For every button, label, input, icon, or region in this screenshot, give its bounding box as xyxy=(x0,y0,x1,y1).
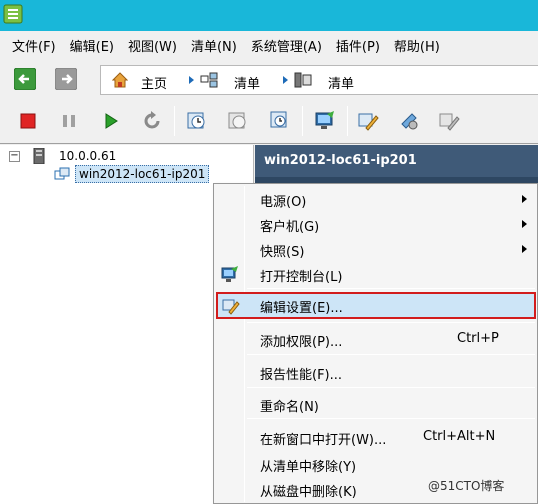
menu-plugins[interactable]: 插件(P) xyxy=(329,36,387,55)
menu-item-shortcut: Ctrl+Alt+N xyxy=(423,429,496,444)
menu-item-edit-settings[interactable]: 编辑设置(E)... xyxy=(216,292,536,319)
menu-item-snapshot[interactable]: 快照(S) xyxy=(216,237,535,261)
menu-item-open-console[interactable]: 打开控制台(L) xyxy=(216,262,535,286)
menu-file[interactable]: 文件(F) xyxy=(0,36,63,55)
menu-separator xyxy=(247,288,535,289)
menu-item-add-permission[interactable]: 添加权限(P)... Ctrl+P xyxy=(216,327,535,351)
inventory-icon xyxy=(200,72,218,88)
plugin-icon[interactable] xyxy=(398,110,420,132)
tree-vm-label: win2012-loc61-ip201 xyxy=(75,165,210,183)
menu-item-label: 编辑设置(E)... xyxy=(260,301,343,316)
menu-item-power[interactable]: 电源(O) xyxy=(216,187,535,211)
menu-view[interactable]: 视图(W) xyxy=(121,36,184,55)
snapshot-icon[interactable] xyxy=(186,110,208,132)
menu-item-label: 电源(O) xyxy=(260,195,307,210)
snapshot-manager-icon[interactable] xyxy=(269,110,291,132)
forward-arrow-icon[interactable] xyxy=(55,68,77,90)
submenu-arrow-icon xyxy=(522,220,527,228)
edit-settings-icon[interactable] xyxy=(357,110,379,132)
menu-item-rename[interactable]: 重命名(N) xyxy=(216,392,535,416)
breadcrumb-arrow-icon xyxy=(283,76,288,84)
breadcrumb: 主页 清单 清单 xyxy=(100,65,538,95)
back-arrow-icon[interactable] xyxy=(14,68,36,90)
tree-host-label[interactable]: 10.0.0.61 xyxy=(59,149,116,163)
menu-item-label: 打开控制台(L) xyxy=(260,270,343,285)
home-icon xyxy=(112,72,128,88)
tree-item-vm[interactable]: win2012-loc61-ip201 xyxy=(51,164,218,184)
submenu-arrow-icon xyxy=(522,245,527,253)
menu-item-open-new-window[interactable]: 在新窗口中打开(W)... Ctrl+Alt+N xyxy=(216,425,535,449)
reset-icon[interactable] xyxy=(141,110,163,132)
vsphere-app-icon xyxy=(3,4,23,24)
toolbar-separator xyxy=(302,106,303,136)
menu-item-remove-from-inventory[interactable]: 从清单中移除(Y) xyxy=(216,452,535,476)
stop-icon[interactable] xyxy=(17,110,39,132)
menu-item-label: 在新窗口中打开(W)... xyxy=(260,433,387,448)
pause-icon[interactable] xyxy=(58,110,80,132)
menu-item-label: 快照(S) xyxy=(260,245,305,260)
breadcrumb-home[interactable]: 主页 xyxy=(141,73,167,92)
menu-edit[interactable]: 编辑(E) xyxy=(63,36,121,55)
vm-icon xyxy=(54,167,70,180)
menu-separator xyxy=(247,387,535,388)
menu-item-guest[interactable]: 客户机(G) xyxy=(216,212,535,236)
menu-item-shortcut: Ctrl+P xyxy=(457,331,499,346)
menu-separator xyxy=(247,322,535,323)
menu-separator xyxy=(247,418,535,419)
menu-item-label: 添加权限(P)... xyxy=(260,335,343,350)
title-bar xyxy=(0,0,538,31)
collapse-toggle[interactable]: − xyxy=(9,151,20,162)
menu-separator xyxy=(247,354,535,355)
context-menu: 电源(O) 客户机(G) 快照(S) 打开控制台(L) 编辑设置(E)... 添… xyxy=(213,183,538,504)
breadcrumb-inventory[interactable]: 清单 xyxy=(234,73,260,92)
breadcrumb-arrow-icon xyxy=(189,76,194,84)
submenu-arrow-icon xyxy=(522,195,527,203)
toolbar-separator xyxy=(174,106,175,136)
host-icon xyxy=(33,148,45,164)
menu-item-label: 从清单中移除(Y) xyxy=(260,460,357,475)
breadcrumb-inventory-2[interactable]: 清单 xyxy=(328,73,354,92)
menu-help[interactable]: 帮助(H) xyxy=(387,36,447,55)
toolbar-separator xyxy=(347,106,348,136)
console-icon[interactable] xyxy=(314,110,336,132)
menu-administration[interactable]: 系统管理(A) xyxy=(244,36,329,55)
menu-bar: 文件(F) 编辑(E) 视图(W) 清单(N) 系统管理(A) 插件(P) 帮助… xyxy=(0,31,538,59)
menu-item-label: 重命名(N) xyxy=(260,400,319,415)
menu-item-label: 报告性能(F)... xyxy=(260,368,343,383)
toolbar xyxy=(0,100,538,144)
panel-title: win2012-loc61-ip201 xyxy=(255,145,538,177)
menu-inventory[interactable]: 清单(N) xyxy=(184,36,244,55)
console-icon xyxy=(221,266,238,282)
menu-item-label: 从磁盘中删除(K) xyxy=(260,485,357,500)
host-list-icon xyxy=(294,72,312,88)
menu-item-report-performance[interactable]: 报告性能(F)... xyxy=(216,360,535,384)
migrate-icon[interactable] xyxy=(438,110,460,132)
revert-snapshot-icon[interactable] xyxy=(227,110,249,132)
play-icon[interactable] xyxy=(100,110,122,132)
edit-settings-icon xyxy=(222,299,240,315)
watermark: @51CTO博客 xyxy=(428,479,505,493)
menu-item-label: 客户机(G) xyxy=(260,220,320,235)
